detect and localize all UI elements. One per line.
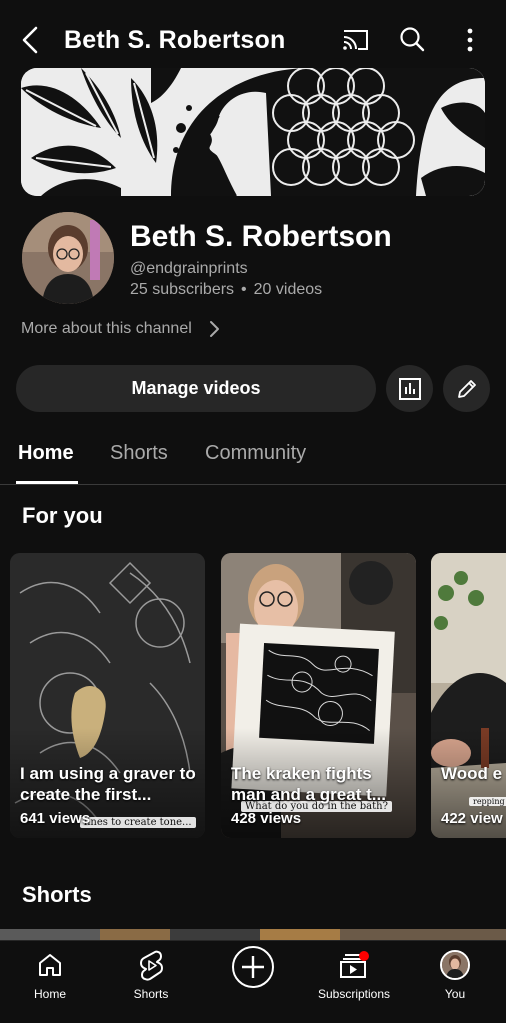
nav-subscriptions[interactable]: Subscriptions xyxy=(309,947,399,1001)
subscriber-count: 25 subscribers xyxy=(130,281,235,298)
bottom-navigation: Home Shorts Subscriptions You xyxy=(0,940,506,1023)
nav-you-label: You xyxy=(444,987,466,1001)
back-arrow-icon[interactable] xyxy=(18,24,44,56)
video-views: 422 view xyxy=(441,810,503,827)
channel-banner xyxy=(21,68,485,196)
more-about-label: More about this channel xyxy=(21,320,192,337)
nav-you[interactable]: You xyxy=(410,947,500,1001)
edit-channel-button[interactable] xyxy=(443,365,490,412)
shorts-heading: Shorts xyxy=(22,882,92,907)
video-views: 428 views xyxy=(231,810,302,827)
video-card[interactable]: lines to create tone... I am using a gra… xyxy=(10,553,205,838)
analytics-button[interactable] xyxy=(386,365,433,412)
nav-home[interactable]: Home xyxy=(5,947,95,1001)
for-you-heading: For you xyxy=(22,503,103,528)
video-title: I am using a graver to create the first.… xyxy=(20,764,196,804)
video-card[interactable]: What do you do in the bath? The kraken f… xyxy=(221,553,416,838)
active-tab-indicator xyxy=(16,481,78,484)
edit-pencil-icon xyxy=(457,379,476,398)
cast-icon[interactable] xyxy=(340,24,372,56)
nav-create[interactable] xyxy=(208,945,298,989)
video-card[interactable]: repping a box Wood e meditat 422 view xyxy=(431,553,506,838)
tab-home[interactable]: Home xyxy=(18,442,74,465)
home-icon xyxy=(5,947,95,983)
shorts-icon xyxy=(106,947,196,983)
channel-page: Beth S. Robertson Beth S. Robertson @end… xyxy=(0,0,506,1023)
video-count: 20 videos xyxy=(253,281,323,298)
more-about-channel-link[interactable]: More about this channel xyxy=(21,320,220,338)
channel-avatar[interactable] xyxy=(22,212,114,304)
thumbnail-caption: repping a box xyxy=(469,797,506,806)
manage-videos-button[interactable]: Manage videos xyxy=(16,365,376,412)
nav-subscriptions-label: Subscriptions xyxy=(317,987,391,1001)
user-avatar xyxy=(440,950,470,980)
nav-shorts[interactable]: Shorts xyxy=(106,947,196,1001)
analytics-icon xyxy=(398,377,421,400)
channel-tabs: Home Shorts Community xyxy=(0,430,506,485)
top-app-bar: Beth S. Robertson xyxy=(0,0,506,68)
more-vertical-icon[interactable] xyxy=(454,24,486,56)
nav-shorts-label: Shorts xyxy=(133,987,169,1001)
video-title: Wood e meditat xyxy=(441,764,506,783)
video-views: 641 views xyxy=(20,810,91,827)
create-plus-icon xyxy=(208,945,298,989)
channel-handle: @endgrainprints xyxy=(130,260,248,277)
thumbnail-caption: lines to create tone... xyxy=(80,817,196,828)
nav-home-label: Home xyxy=(33,987,66,1001)
search-icon[interactable] xyxy=(396,24,428,56)
stats-separator: • xyxy=(241,281,247,298)
channel-name: Beth S. Robertson xyxy=(130,220,392,253)
subscriptions-icon xyxy=(309,947,399,983)
notification-dot xyxy=(359,951,369,961)
channel-title: Beth S. Robertson xyxy=(64,26,286,54)
tab-community[interactable]: Community xyxy=(205,442,306,465)
video-title: The kraken fights man and a great t... xyxy=(231,764,386,804)
tab-shorts[interactable]: Shorts xyxy=(110,442,168,465)
channel-stats: 25 subscribers • 20 videos xyxy=(130,281,322,299)
chevron-right-icon xyxy=(209,321,219,337)
shorts-thumbnails-strip[interactable] xyxy=(0,928,506,940)
